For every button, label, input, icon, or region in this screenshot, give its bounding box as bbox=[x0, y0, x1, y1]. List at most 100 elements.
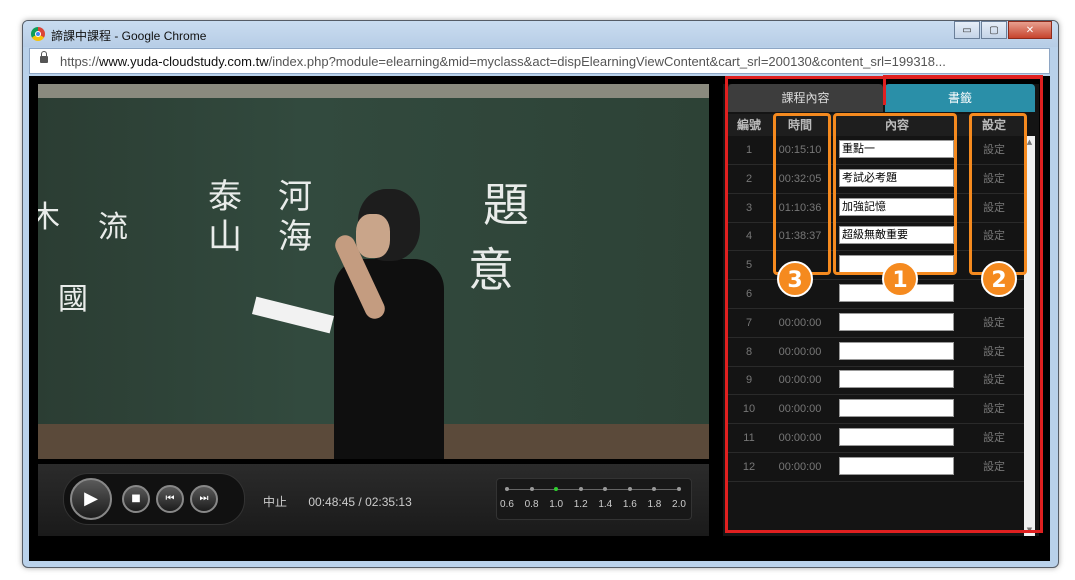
lock-icon bbox=[40, 51, 48, 63]
url-scheme: https:// bbox=[60, 54, 100, 69]
bookmark-content-input[interactable] bbox=[839, 428, 954, 446]
speed-tick[interactable] bbox=[578, 487, 583, 491]
row-time: 00:00:00 bbox=[778, 460, 822, 473]
row-number: 7 bbox=[745, 316, 753, 329]
table-row: 12 00:00:00 設定 bbox=[728, 453, 1024, 482]
row-time: 00:00:00 bbox=[778, 432, 822, 444]
row-setting-button[interactable]: 設定 bbox=[964, 424, 1024, 452]
chrome-icon bbox=[31, 27, 45, 41]
chalk-char: 題 bbox=[483, 178, 529, 232]
speed-tick[interactable] bbox=[554, 487, 559, 491]
page-content: 木 流 泰 山 河 海 題 意 國 ⟲ ⛶ 🔊 bbox=[29, 75, 1050, 561]
row-setting-button[interactable]: 設定 bbox=[964, 309, 1024, 337]
minimize-button[interactable]: ▭ bbox=[954, 21, 980, 39]
speed-option[interactable]: 1.6 bbox=[623, 499, 637, 510]
player-time: 00:48:45 / 02:35:13 bbox=[308, 495, 412, 509]
speed-option[interactable]: 0.8 bbox=[525, 499, 539, 510]
row-number: 5 bbox=[745, 259, 753, 272]
teacher-face bbox=[356, 214, 390, 258]
row-number: 4 bbox=[745, 230, 753, 243]
teacher-body bbox=[334, 259, 444, 459]
row-number: 8 bbox=[745, 345, 753, 358]
row-number: 2 bbox=[745, 172, 753, 185]
speed-option[interactable]: 1.8 bbox=[647, 499, 661, 510]
row-number: 1 bbox=[745, 144, 753, 156]
col-number: 編號 bbox=[736, 118, 761, 132]
row-number: 3 bbox=[745, 201, 753, 214]
speed-option[interactable]: 1.4 bbox=[598, 499, 612, 510]
speed-option[interactable]: 0.6 bbox=[500, 499, 514, 510]
row-number: 10 bbox=[742, 403, 756, 416]
stop-icon[interactable]: ■ bbox=[122, 485, 150, 513]
table-row: 7 00:00:00 設定 bbox=[728, 309, 1024, 338]
table-row: 6 bbox=[728, 280, 1024, 309]
row-number: 6 bbox=[745, 288, 753, 300]
speed-tick[interactable] bbox=[652, 487, 657, 491]
badge-1: 1 bbox=[882, 261, 918, 297]
speed-option[interactable]: 2.0 bbox=[672, 499, 686, 510]
table-row: 8 00:00:00 設定 bbox=[728, 338, 1024, 367]
player-controls: ▶ ■ ⏮ ⏭ 中止 00:48:45 / 02:35:13 0.6 0.8 1.0… bbox=[38, 464, 709, 536]
player-status: 中止 bbox=[263, 495, 288, 509]
playback-buttons: ▶ ■ ⏮ ⏭ bbox=[63, 473, 245, 525]
play-icon[interactable]: ▶ bbox=[70, 478, 112, 520]
chalk-char: 木 bbox=[38, 192, 60, 236]
chalk-char: 意 bbox=[468, 243, 514, 297]
url-text[interactable]: https://www.yuda-cloudstudy.com.tw/index… bbox=[60, 54, 946, 69]
next-icon[interactable]: ⏭ bbox=[190, 485, 218, 513]
maximize-button[interactable]: ▢ bbox=[981, 21, 1007, 39]
row-setting-button[interactable]: 設定 bbox=[964, 338, 1024, 366]
close-button[interactable]: ✕ bbox=[1008, 21, 1052, 39]
speed-tick[interactable] bbox=[627, 487, 632, 491]
highlight-setting-column bbox=[969, 113, 1027, 275]
table-row: 10 00:00:00 設定 bbox=[728, 395, 1024, 425]
bookmark-content-input[interactable] bbox=[839, 341, 954, 360]
url-host: www.yuda-cloudstudy.com.tw bbox=[99, 54, 269, 69]
badge-2: 2 bbox=[981, 261, 1017, 297]
row-time: 00:00:00 bbox=[778, 403, 822, 416]
bookmark-content-input[interactable] bbox=[839, 312, 954, 331]
bookmark-content-input[interactable] bbox=[839, 399, 954, 418]
window-title: 諦課中課程 - Google Chrome bbox=[51, 29, 207, 43]
video-frame[interactable]: 木 流 泰 山 河 海 題 意 國 ⟲ ⛶ 🔊 bbox=[38, 84, 709, 459]
row-setting-button[interactable]: 設定 bbox=[964, 453, 1024, 481]
tab-bookmarks[interactable]: 書籤 bbox=[885, 84, 1035, 112]
title-bar: 諦課中課程 - Google Chrome ▭ ▢ ✕ bbox=[23, 21, 1058, 47]
table-row: 11 00:00:00 設定 bbox=[728, 424, 1024, 453]
row-time: 00:00:00 bbox=[778, 345, 822, 358]
address-bar[interactable]: https://www.yuda-cloudstudy.com.tw/index… bbox=[29, 48, 1050, 74]
speed-tick[interactable] bbox=[505, 487, 509, 491]
time-info: 中止 00:48:45 / 02:35:13 bbox=[263, 493, 412, 510]
wall-strip bbox=[38, 84, 709, 98]
bookmark-content-input[interactable] bbox=[839, 370, 954, 389]
tab-course-content[interactable]: 課程內容 bbox=[728, 84, 883, 112]
chalk-char: 國 bbox=[58, 282, 88, 317]
previous-icon[interactable]: ⏮ bbox=[156, 485, 184, 513]
bookmark-content-input[interactable] bbox=[839, 456, 954, 475]
row-setting-button[interactable]: 設定 bbox=[964, 395, 1024, 423]
row-setting-button[interactable]: 設定 bbox=[964, 366, 1024, 394]
chalk-char: 海 bbox=[278, 217, 312, 257]
row-time: 00:00:00 bbox=[778, 374, 822, 387]
highlight-content-column bbox=[833, 113, 957, 275]
window-bottom bbox=[29, 561, 1050, 565]
speed-option[interactable]: 1.2 bbox=[574, 499, 588, 510]
scroll-down-icon[interactable]: ▼ bbox=[1024, 524, 1035, 536]
table-row: 9 00:00:00 設定 bbox=[728, 366, 1024, 396]
speed-option[interactable]: 1.0 bbox=[549, 499, 563, 510]
speed-selector[interactable]: 0.6 0.8 1.0 1.2 1.4 1.6 1.8 2.0 bbox=[496, 478, 692, 520]
speed-tick[interactable] bbox=[677, 487, 681, 491]
chalk-char: 山 bbox=[208, 217, 242, 257]
chalk-char: 流 bbox=[98, 210, 128, 245]
window-controls: ▭ ▢ ✕ bbox=[953, 21, 1052, 39]
speed-tick[interactable] bbox=[603, 487, 608, 491]
row-time: 00:00:00 bbox=[778, 316, 822, 329]
badge-3: 3 bbox=[777, 261, 813, 297]
url-path: /index.php?module=elearning&mid=myclass&… bbox=[268, 54, 946, 69]
row-number: 9 bbox=[745, 374, 753, 387]
row-number: 11 bbox=[743, 432, 755, 444]
teacher-paper bbox=[252, 296, 334, 334]
browser-window: 諦課中課程 - Google Chrome ▭ ▢ ✕ https://www.… bbox=[22, 20, 1059, 568]
row-number: 12 bbox=[742, 460, 756, 473]
speed-tick[interactable] bbox=[529, 487, 534, 491]
